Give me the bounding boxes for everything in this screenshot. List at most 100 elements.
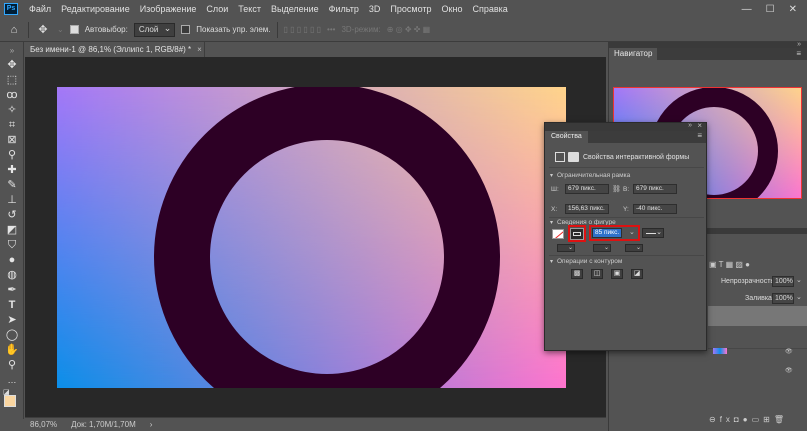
opacity-label: Непрозрачность: <box>721 278 776 285</box>
height-label: В: <box>623 186 630 193</box>
menu-file[interactable]: Файл <box>24 4 56 14</box>
menu-select[interactable]: Выделение <box>266 4 324 14</box>
highlight-box <box>568 225 586 242</box>
stroke-type-dropdown[interactable]: ⌄ <box>642 228 664 238</box>
x-input[interactable]: 156,63 пикс. <box>565 204 609 214</box>
transform-icon <box>555 152 565 162</box>
menu-type[interactable]: Текст <box>233 4 266 14</box>
menu-help[interactable]: Справка <box>467 4 512 14</box>
selected-layer-row[interactable] <box>708 306 807 326</box>
brush-tool-icon[interactable]: ✎ <box>4 178 20 192</box>
opacity-dropdown-icon[interactable]: ⌄ <box>796 276 802 284</box>
menu-3d[interactable]: 3D <box>364 4 386 14</box>
foreground-color-swatch[interactable] <box>4 395 16 407</box>
stroke-cap-dropdown[interactable]: ⌄ <box>593 244 611 252</box>
move-tool-icon[interactable]: ✥ <box>4 58 20 72</box>
photoshop-logo-icon: Ps <box>4 3 18 15</box>
divider <box>549 255 704 256</box>
path-exclude-button[interactable]: ◪ <box>631 269 643 279</box>
menu-filter[interactable]: Фильтр <box>324 4 364 14</box>
magic-wand-tool-icon[interactable]: ✧ <box>4 103 20 117</box>
healing-brush-tool-icon[interactable]: ✚ <box>4 163 20 177</box>
layers-footer-icons[interactable]: ⊖fx◘●▭⊞🗑 <box>709 415 805 424</box>
close-panel-icon[interactable]: × <box>697 121 702 130</box>
align-buttons-icon[interactable]: ▯ ▯ ▯ ▯ ▯ ▯ <box>284 25 322 34</box>
menu-edit[interactable]: Редактирование <box>56 4 135 14</box>
menu-view[interactable]: Просмотр <box>385 4 436 14</box>
eye-icon[interactable]: 👁 <box>785 367 793 374</box>
history-brush-tool-icon[interactable]: ↺ <box>4 208 20 222</box>
shape-expand-icon[interactable]: ▾ <box>550 219 553 226</box>
path-combine-button[interactable]: ▩ <box>571 269 583 279</box>
link-icon[interactable]: ⛓ <box>612 185 621 193</box>
panel-menu-icon[interactable]: ≡ <box>697 131 702 140</box>
bounds-expand-icon[interactable]: ▾ <box>550 172 553 179</box>
path-expand-icon[interactable]: ▾ <box>550 258 553 265</box>
clone-stamp-tool-icon[interactable]: ⊥ <box>4 193 20 207</box>
width-label: Ш: <box>551 186 559 193</box>
hand-tool-icon[interactable]: ✋ <box>4 343 20 357</box>
paint-bucket-tool-icon[interactable]: ⛉ <box>4 238 20 252</box>
show-controls-checkbox[interactable] <box>181 25 191 34</box>
maximize-button[interactable]: ☐ <box>766 4 775 15</box>
stroke-join-dropdown[interactable]: ⌄ <box>625 244 643 252</box>
home-icon[interactable]: ⌂ <box>6 22 22 38</box>
menu-image[interactable]: Изображение <box>135 4 202 14</box>
pen-tool-icon[interactable]: ✒ <box>4 283 20 297</box>
type-tool-icon[interactable]: T <box>4 298 20 312</box>
stroke-align-dropdown[interactable]: ⌄ <box>557 244 575 252</box>
more-tools-icon[interactable]: … <box>4 373 20 387</box>
bounds-section-title: Ограничительная рамка <box>557 172 631 179</box>
width-input[interactable]: 679 пикс. <box>565 184 609 194</box>
panel-menu-icon[interactable]: ≡ <box>796 49 801 58</box>
collapse-panels-icon[interactable]: » <box>797 41 801 48</box>
menu-window[interactable]: Окно <box>437 4 468 14</box>
document-tab[interactable]: Без имени-1 @ 86,1% (Эллипс 1, RGB/8#) *… <box>25 42 205 57</box>
fill-dropdown-icon[interactable]: ⌄ <box>796 293 802 301</box>
zoom-level[interactable]: 86,07% <box>30 420 57 429</box>
options-bar: ⌂ ✥ ⌄ Автовыбор: Слой Показать упр. элем… <box>0 18 807 42</box>
properties-tab[interactable]: Свойства <box>545 131 588 143</box>
stroke-width-input[interactable]: 85 пикс. <box>592 228 622 238</box>
path-subtract-button[interactable]: ◫ <box>591 269 603 279</box>
opacity-input[interactable]: 100% <box>772 276 794 287</box>
fill-input[interactable]: 100% <box>772 293 794 304</box>
collapse-tools-icon[interactable]: » <box>4 44 20 58</box>
minimize-button[interactable]: — <box>742 4 752 15</box>
dodge-tool-icon[interactable]: ◍ <box>4 268 20 282</box>
navigator-tab[interactable]: Навигатор <box>609 48 658 60</box>
blur-tool-icon[interactable]: ● <box>4 253 20 267</box>
zoom-tool-icon[interactable]: ⚲ <box>4 358 20 372</box>
lasso-tool-icon[interactable]: ꝏ <box>4 88 20 102</box>
move-tool-icon[interactable]: ✥ <box>35 22 51 38</box>
layer-filter-icons[interactable]: ▣ T ▦ ▨ ● <box>709 260 802 269</box>
document-canvas[interactable] <box>57 87 566 388</box>
autoselect-dropdown[interactable]: Слой <box>133 22 176 37</box>
collapse-icon[interactable]: » <box>688 122 692 129</box>
crop-tool-icon[interactable]: ⌗ <box>4 118 20 132</box>
y-label: Y: <box>623 206 629 213</box>
status-arrow-icon[interactable]: › <box>150 420 153 429</box>
path-selection-tool-icon[interactable]: ➤ <box>4 313 20 327</box>
tool-preset-chevron-icon[interactable]: ⌄ <box>57 25 64 34</box>
path-intersect-button[interactable]: ▣ <box>611 269 623 279</box>
document-size: Док: 1,70M/1,70M <box>71 420 136 429</box>
ellipse-tool-icon[interactable]: ◯ <box>4 328 20 342</box>
autoselect-checkbox[interactable] <box>69 25 79 34</box>
stroke-width-dropdown-icon[interactable]: ⌄ <box>629 228 635 236</box>
close-window-button[interactable]: ✕ <box>789 4 797 15</box>
properties-subtitle: Свойства интерактивной формы <box>583 154 690 161</box>
menu-layers[interactable]: Слои <box>201 4 233 14</box>
eye-icon[interactable]: 👁 <box>785 348 793 355</box>
more-options-icon[interactable]: ••• <box>327 25 335 34</box>
eraser-tool-icon[interactable]: ◩ <box>4 223 20 237</box>
y-input[interactable]: -40 пикс. <box>633 204 677 214</box>
height-input[interactable]: 679 пикс. <box>633 184 677 194</box>
close-document-icon[interactable]: × <box>197 45 202 54</box>
fill-none-swatch[interactable] <box>552 229 564 239</box>
eyedropper-tool-icon[interactable]: ⚲ <box>4 148 20 162</box>
divider <box>28 21 29 38</box>
3d-tools-icon[interactable]: ⊕ ◎ ✥ ✜ ▦ <box>387 25 431 34</box>
frame-tool-icon[interactable]: ⊠ <box>4 133 20 147</box>
marquee-tool-icon[interactable]: ⬚ <box>4 73 20 87</box>
